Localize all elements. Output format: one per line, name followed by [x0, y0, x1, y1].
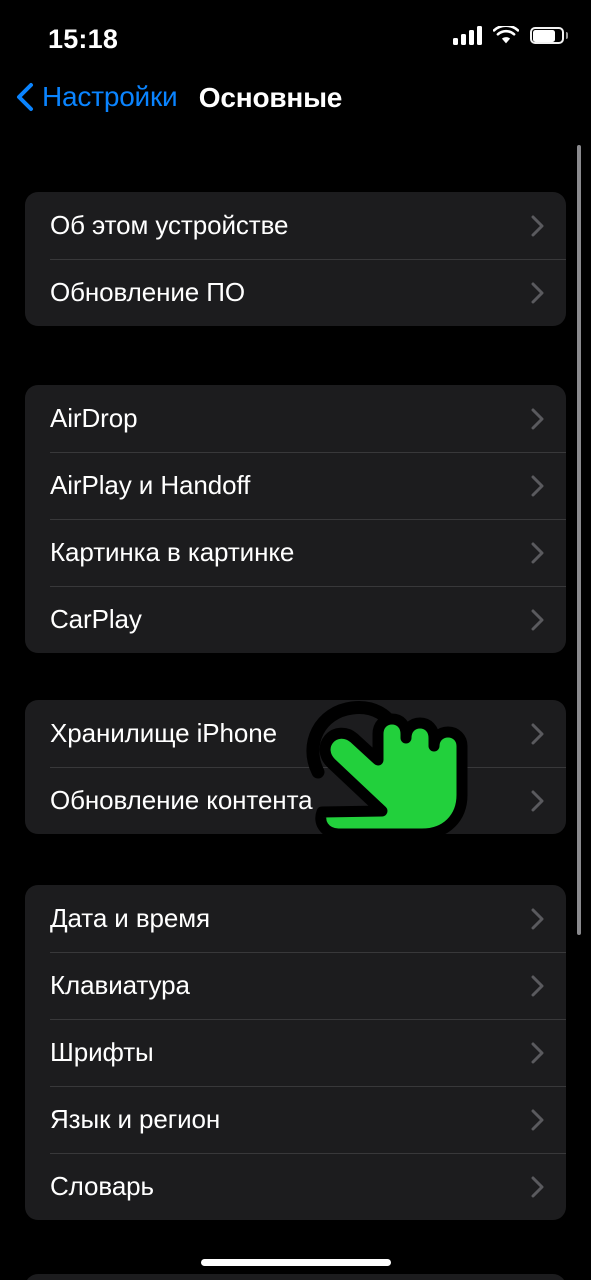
settings-row-label: AirDrop	[50, 403, 138, 433]
settings-row-label: Картинка в картинке	[50, 537, 295, 567]
settings-row-label: AirPlay и Handoff	[50, 470, 251, 500]
settings-row-keyboard[interactable]: Клавиатура	[25, 952, 566, 1019]
settings-row-label: Язык и регион	[50, 1104, 221, 1134]
chevron-right-icon	[531, 723, 544, 744]
chevron-right-icon	[531, 1109, 544, 1130]
settings-row-label: Обновление контента	[50, 785, 313, 815]
scrollbar-thumb[interactable]	[577, 145, 581, 935]
settings-group-connectivity: AirDrop AirPlay и Handoff Картинка в кар…	[25, 385, 566, 653]
chevron-right-icon	[531, 282, 544, 303]
chevron-right-icon	[531, 542, 544, 563]
status-bar-time: 15:18	[48, 24, 119, 54]
settings-row-dictionary[interactable]: Словарь	[25, 1153, 566, 1220]
settings-group-partial-next	[25, 1274, 566, 1280]
settings-row-airplay-handoff[interactable]: AirPlay и Handoff	[25, 452, 566, 519]
settings-row-label: Об этом устройстве	[50, 210, 289, 240]
settings-row-label: Хранилище iPhone	[50, 718, 277, 748]
settings-row-iphone-storage[interactable]: Хранилище iPhone	[25, 700, 566, 767]
chevron-right-icon	[531, 1042, 544, 1063]
wifi-icon	[493, 26, 519, 45]
chevron-right-icon	[531, 215, 544, 236]
settings-row-language-region[interactable]: Язык и регион	[25, 1086, 566, 1153]
settings-row-label: CarPlay	[50, 604, 142, 634]
settings-row-label: Дата и время	[50, 903, 211, 933]
battery-icon	[530, 27, 568, 44]
cellular-signal-icon	[453, 26, 482, 45]
status-bar-indicators	[453, 26, 568, 45]
page-title: Основные	[198, 82, 343, 113]
settings-group-localization: Дата и время Клавиатура Шрифты Язык и ре…	[25, 885, 566, 1220]
settings-row-label: Обновление ПО	[50, 277, 245, 307]
settings-row-background-app-refresh[interactable]: Обновление контента	[25, 767, 566, 834]
status-bar: 15:18	[0, 0, 591, 72]
vertical-scrollbar[interactable]	[577, 145, 581, 935]
chevron-right-icon	[531, 1176, 544, 1197]
navigation-bar: Настройки Основные	[0, 72, 591, 136]
settings-group-device: Об этом устройстве Обновление ПО	[25, 192, 566, 326]
settings-row-label: Шрифты	[50, 1037, 154, 1067]
settings-row-about[interactable]: Об этом устройстве	[25, 192, 566, 259]
chevron-right-icon	[531, 408, 544, 429]
chevron-right-icon	[531, 975, 544, 996]
settings-row-date-time[interactable]: Дата и время	[25, 885, 566, 952]
settings-row-software-update[interactable]: Обновление ПО	[25, 259, 566, 326]
chevron-right-icon	[531, 609, 544, 630]
settings-list[interactable]: Об этом устройстве Обновление ПО AirDrop	[0, 136, 591, 1280]
settings-row-airdrop[interactable]: AirDrop	[25, 385, 566, 452]
settings-group-storage: Хранилище iPhone Обновление контента	[25, 700, 566, 834]
settings-row-carplay[interactable]: CarPlay	[25, 586, 566, 653]
home-indicator-bar	[200, 1259, 391, 1266]
settings-row-label: Клавиатура	[50, 970, 190, 1000]
settings-row-picture-in-picture[interactable]: Картинка в картинке	[25, 519, 566, 586]
settings-row-label: Словарь	[50, 1171, 154, 1201]
chevron-right-icon	[531, 908, 544, 929]
iphone-settings-screen: 15:18 Настройки Основные Об этом устройс…	[0, 0, 591, 1280]
chevron-right-icon	[531, 790, 544, 811]
settings-row-fonts[interactable]: Шрифты	[25, 1019, 566, 1086]
chevron-right-icon	[531, 475, 544, 496]
